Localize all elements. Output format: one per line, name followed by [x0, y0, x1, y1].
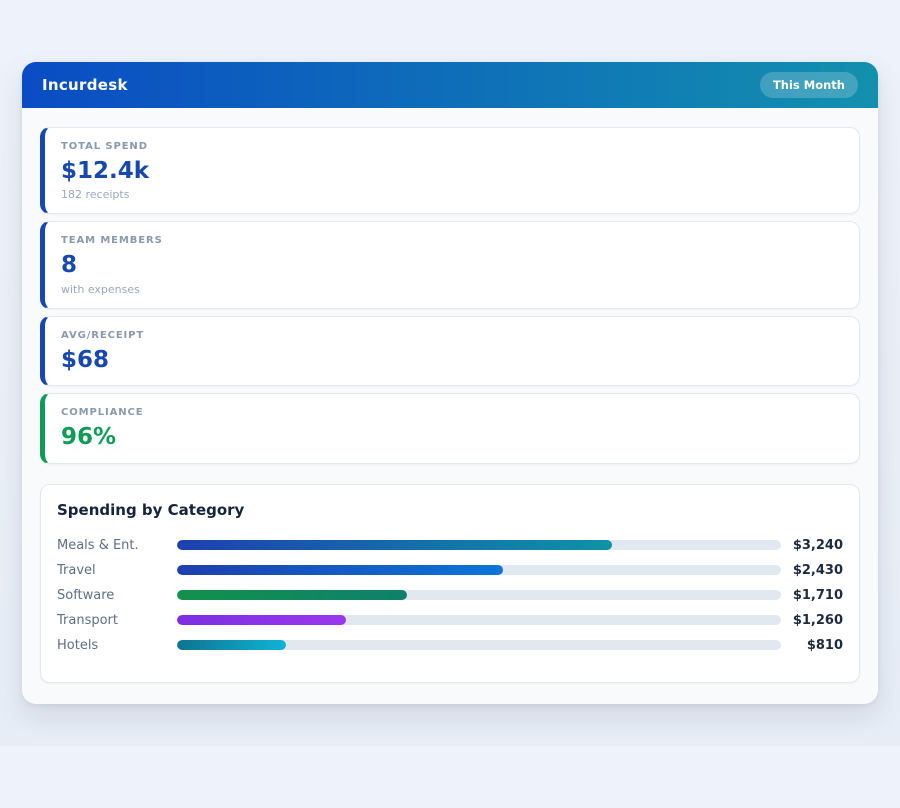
- chart-row: Travel $2,430: [57, 558, 843, 583]
- chart-bar-fill: [177, 640, 286, 650]
- stat-value: $12.4k: [61, 158, 843, 184]
- stat-card: TEAM MEMBERS 8 with expenses: [40, 221, 860, 308]
- chart-bar-track: [177, 565, 781, 575]
- chart-row-label: Hotels: [57, 638, 177, 653]
- stat-value: 8: [61, 252, 843, 278]
- stat-value: $68: [61, 347, 843, 373]
- chart-row: Meals & Ent. $3,240: [57, 533, 843, 558]
- chart-bar-fill: [177, 540, 612, 550]
- chart-row-label: Software: [57, 588, 177, 603]
- stat-label: TEAM MEMBERS: [61, 235, 843, 246]
- chart-bar-fill: [177, 565, 503, 575]
- chart-bar-track: [177, 590, 781, 600]
- stat-label: COMPLIANCE: [61, 407, 843, 418]
- stat-label: TOTAL SPEND: [61, 141, 843, 152]
- chart-row: Software $1,710: [57, 583, 843, 608]
- chart-bar-track: [177, 615, 781, 625]
- chart-row-value: $1,710: [781, 588, 843, 603]
- spending-chart-card: Spending by Category Meals & Ent. $3,240…: [40, 484, 860, 683]
- chart-row-value: $1,260: [781, 613, 843, 628]
- stat-card: COMPLIANCE 96%: [40, 393, 860, 463]
- chart-row: Hotels $810: [57, 633, 843, 658]
- chart-row-label: Travel: [57, 563, 177, 578]
- stat-sub: with expenses: [61, 283, 843, 296]
- stat-sub: 182 receipts: [61, 188, 843, 201]
- chart-title: Spending by Category: [57, 501, 843, 519]
- chart-row-value: $810: [781, 638, 843, 653]
- chart-row: Transport $1,260: [57, 608, 843, 633]
- widget-body: TOTAL SPEND $12.4k 182 receipts TEAM MEM…: [22, 108, 878, 704]
- dashboard-widget: Incurdesk This Month TOTAL SPEND $12.4k …: [22, 62, 878, 704]
- stat-card: TOTAL SPEND $12.4k 182 receipts: [40, 127, 860, 214]
- stat-card-list: TOTAL SPEND $12.4k 182 receipts TEAM MEM…: [40, 127, 860, 464]
- chart-bar-fill: [177, 615, 346, 625]
- chart-bar-track: [177, 640, 781, 650]
- chart-bar-track: [177, 540, 781, 550]
- app-title: Incurdesk: [42, 76, 128, 94]
- chart-row-label: Transport: [57, 613, 177, 628]
- period-badge[interactable]: This Month: [760, 72, 858, 98]
- header-bar: Incurdesk This Month: [22, 62, 878, 108]
- stat-value: 96%: [61, 424, 843, 450]
- stat-label: AVG/RECEIPT: [61, 330, 843, 341]
- chart-row-label: Meals & Ent.: [57, 538, 177, 553]
- stat-card: AVG/RECEIPT $68: [40, 316, 860, 386]
- chart-bar-fill: [177, 590, 407, 600]
- chart-rows: Meals & Ent. $3,240 Travel $2,430 Softwa…: [57, 533, 843, 658]
- chart-row-value: $2,430: [781, 563, 843, 578]
- chart-row-value: $3,240: [781, 538, 843, 553]
